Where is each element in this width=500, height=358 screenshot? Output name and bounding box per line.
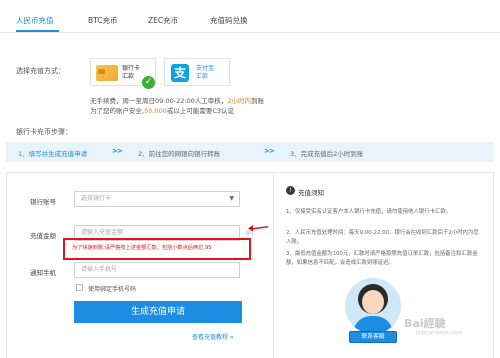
submit-deposit-button[interactable]: 生成充值申请	[74, 301, 242, 323]
bank-account-label: 银行账号	[30, 198, 56, 206]
active-tab-indicator	[16, 30, 59, 32]
amount-warning: 为了快速到账,请严格按上述金额汇款，包括小数点后两位.95	[72, 245, 212, 251]
alipay-icon: 支	[171, 64, 189, 82]
top-tab-bar: 人民币充值 BTC充币 ZEC充币 充值码兑换	[0, 0, 500, 33]
amount-label: 充值金额	[30, 232, 56, 240]
bank-account-select[interactable]: 选择银行卡 ▼	[74, 191, 240, 207]
tab-zec-deposit[interactable]: ZEC充币	[148, 15, 178, 26]
step-arrow-icon: >>	[264, 147, 275, 155]
info-icon: !	[286, 186, 295, 195]
step-3: 3、完成充值后2小时到账	[290, 150, 364, 158]
alipay-option-label: 支付宝 汇款	[196, 65, 215, 80]
phone-label: 通知手机	[30, 269, 56, 277]
phone-input[interactable]: 请输入手机号	[74, 262, 240, 278]
watermark-url: jingyan.baidu.com	[416, 330, 463, 336]
steps-bar: 1、填写并生成充值申请 >> 2、前往您的网银向银行转账 >> 3、完成充值后2…	[6, 142, 494, 162]
step-1: 1、填写并生成充值申请	[18, 150, 88, 158]
method-label: 选择充值方式：	[16, 67, 65, 75]
tab-btc-deposit[interactable]: BTC充币	[88, 15, 118, 26]
caret-down-icon: ▼	[229, 195, 234, 202]
bank-option-label: 银行卡 汇款	[122, 65, 141, 80]
info-title: 充值须知	[298, 189, 324, 197]
bind-phone-label: 使用绑定手机号码	[88, 286, 137, 293]
alipay-option[interactable]: 支 支付宝 汇款	[164, 58, 230, 86]
deposit-tutorial-link[interactable]: 查看充值教程 »	[192, 332, 234, 341]
step-2: 2、前往您的网银向银行转账	[138, 150, 221, 158]
info-item-2: 2、人民币充值处理时间：每天9:00-22:00，银行会在收到汇款后于2小时内为…	[286, 230, 479, 245]
tab-rmb-deposit[interactable]: 人民币充值	[16, 15, 54, 26]
tab-code-redeem[interactable]: 充值码兑换	[210, 15, 248, 26]
bank-card-icon	[96, 65, 118, 81]
bank-transfer-option[interactable]: 银行卡 汇款 ✓	[90, 58, 156, 89]
info-item-3: 3、最低充值金额为100元，汇款时请严格按照充值订单汇款，包括备注和汇款金额，如…	[286, 251, 478, 266]
customer-service-avatar	[345, 278, 401, 334]
bind-phone-checkbox[interactable]	[76, 284, 83, 291]
steps-label: 银行卡充币步骤：	[16, 128, 72, 136]
info-item-1: 1、仅接受实名认证客户本人银行卡充值，请勿使用他人银行卡汇款。	[286, 209, 452, 215]
watermark-logo: Bai經驗	[404, 317, 446, 330]
step-arrow-icon: >>	[112, 147, 123, 155]
selected-check-icon: ✓	[142, 76, 155, 89]
contact-support-button[interactable]: 联系客服	[349, 331, 397, 343]
red-arrow-icon	[248, 225, 268, 232]
deposit-notice: 无手续费，周一至周日09:00-22:00人工审核，2小时内到账 为了您的账户安…	[90, 97, 264, 115]
